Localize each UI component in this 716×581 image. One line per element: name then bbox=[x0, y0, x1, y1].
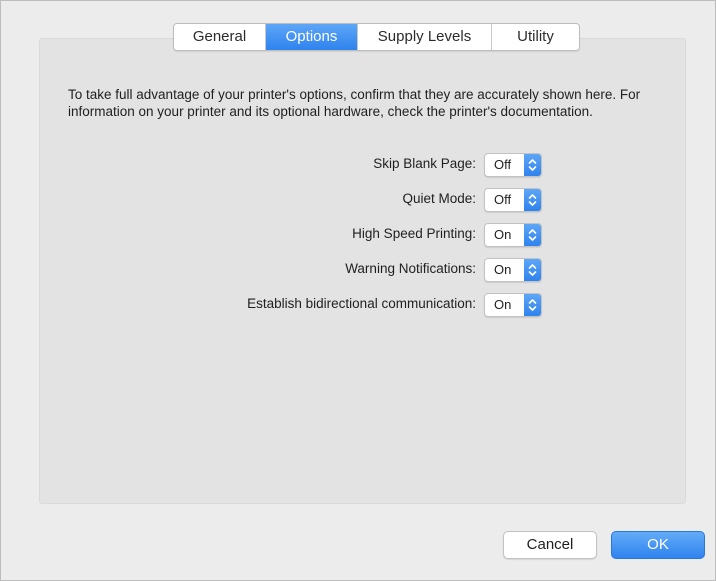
select-value: On bbox=[494, 297, 512, 312]
warning-notifications-select[interactable]: On bbox=[484, 258, 542, 282]
option-label: Warning Notifications: bbox=[345, 261, 476, 276]
quiet-mode-select[interactable]: Off bbox=[484, 188, 542, 212]
select-value: On bbox=[494, 227, 512, 242]
tab-supply-levels[interactable]: Supply Levels bbox=[358, 24, 492, 50]
tab-general[interactable]: General bbox=[174, 24, 266, 50]
ok-button[interactable]: OK bbox=[611, 531, 705, 559]
option-row-bidirectional-communication: Establish bidirectional communication: O… bbox=[61, 293, 542, 317]
option-row-high-speed-printing: High Speed Printing: On bbox=[61, 223, 542, 247]
up-down-chevron-icon bbox=[524, 189, 541, 211]
option-label: Skip Blank Page: bbox=[373, 156, 476, 171]
skip-blank-page-select[interactable]: Off bbox=[484, 153, 542, 177]
select-value: On bbox=[494, 262, 512, 277]
tab-utility[interactable]: Utility bbox=[492, 24, 579, 50]
intro-text: To take full advantage of your printer's… bbox=[68, 87, 641, 119]
high-speed-printing-select[interactable]: On bbox=[484, 223, 542, 247]
up-down-chevron-icon bbox=[524, 259, 541, 281]
cancel-button[interactable]: Cancel bbox=[503, 531, 597, 559]
up-down-chevron-icon bbox=[524, 294, 541, 316]
option-label: High Speed Printing: bbox=[352, 226, 476, 241]
up-down-chevron-icon bbox=[524, 224, 541, 246]
printer-options-dialog: General Options Supply Levels Utility To… bbox=[0, 0, 716, 581]
select-value: Off bbox=[494, 157, 512, 172]
option-row-quiet-mode: Quiet Mode: Off bbox=[61, 188, 542, 212]
select-value: Off bbox=[494, 192, 512, 207]
up-down-chevron-icon bbox=[524, 154, 541, 176]
bidirectional-communication-select[interactable]: On bbox=[484, 293, 542, 317]
tab-options[interactable]: Options bbox=[266, 24, 358, 50]
option-row-skip-blank-page: Skip Blank Page: Off bbox=[61, 153, 542, 177]
option-label: Quiet Mode: bbox=[402, 191, 476, 206]
tab-bar: General Options Supply Levels Utility bbox=[173, 23, 580, 51]
option-label: Establish bidirectional communication: bbox=[247, 296, 476, 311]
option-row-warning-notifications: Warning Notifications: On bbox=[61, 258, 542, 282]
